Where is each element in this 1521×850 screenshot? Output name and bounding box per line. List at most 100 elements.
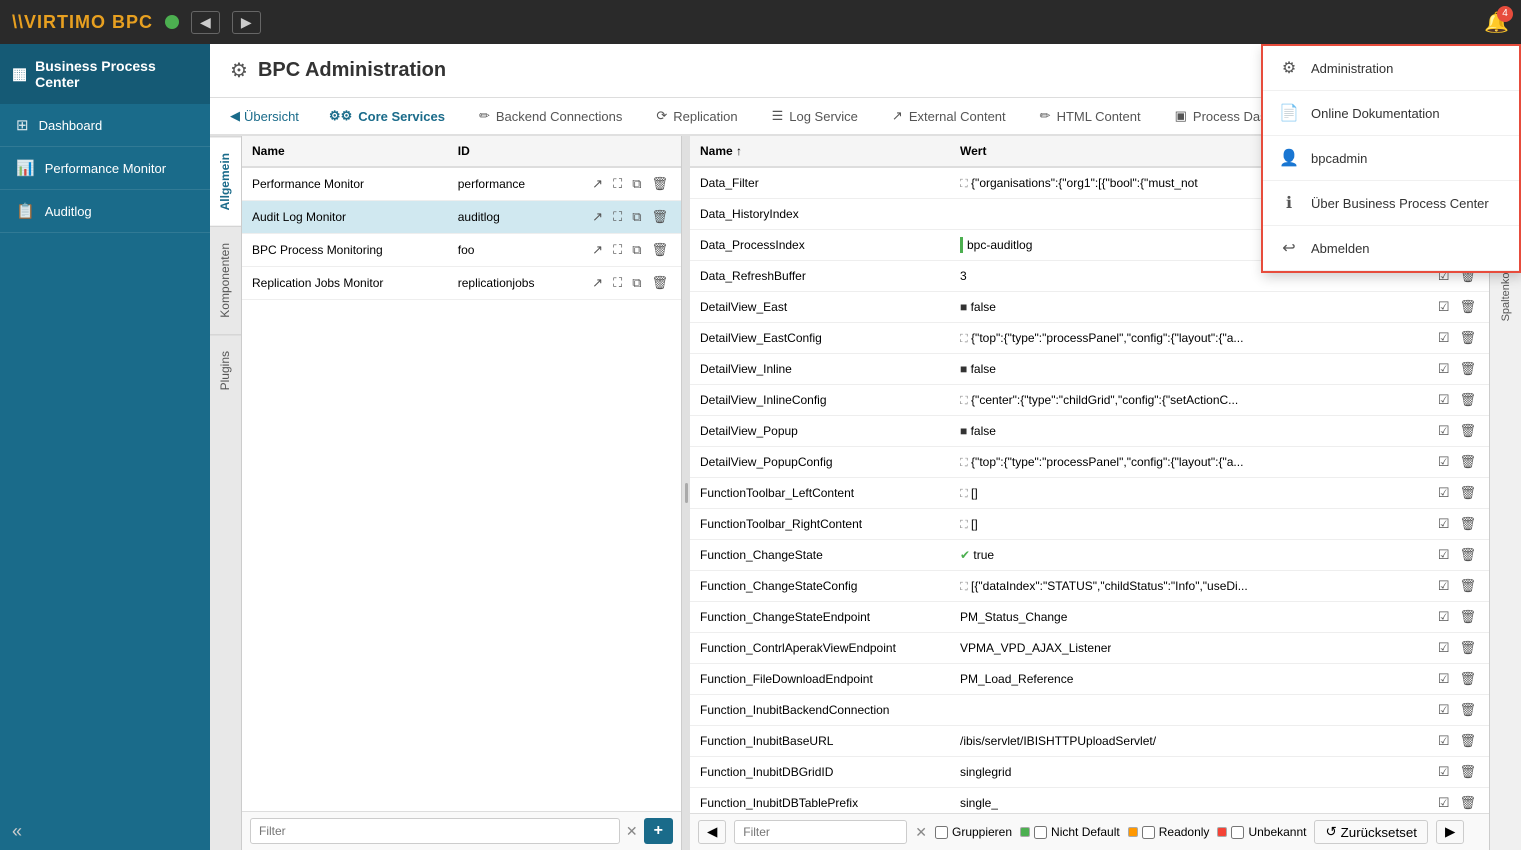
- sidebar-item-performance-monitor[interactable]: 📊 Performance Monitor: [0, 147, 210, 190]
- left-filter-clear[interactable]: ✕: [626, 823, 638, 840]
- right-table-row[interactable]: DetailView_InlineConfig ⛶ {"center":{"ty…: [690, 385, 1489, 416]
- prop-delete-btn[interactable]: 🗑: [1456, 298, 1479, 316]
- tab-html-content[interactable]: ✏ HTML Content: [1024, 98, 1157, 136]
- dropdown-item-administration[interactable]: ⚙Administration: [1263, 46, 1519, 91]
- vtab-allgemein[interactable]: Allgemein: [210, 136, 241, 226]
- sidebar-collapse-button[interactable]: «: [12, 821, 22, 842]
- prop-edit-btn[interactable]: ☑: [1435, 639, 1453, 657]
- prop-delete-btn[interactable]: 🗑: [1456, 794, 1479, 812]
- left-table-row[interactable]: BPC Process Monitoring foo ↗ ⛶ ⧉ 🗑: [242, 234, 681, 267]
- right-table-row[interactable]: DetailView_East ■ false ☑ 🗑: [690, 292, 1489, 323]
- dropdown-item-abmelden[interactable]: ↩Abmelden: [1263, 226, 1519, 271]
- tab-external-content[interactable]: ↗ External Content: [876, 98, 1022, 136]
- row-tree-btn[interactable]: ⛶: [610, 208, 625, 226]
- dropdown-item-online-doku[interactable]: 📄Online Dokumentation: [1263, 91, 1519, 136]
- nicht-default-checkbox[interactable]: [1034, 826, 1047, 839]
- row-open-btn[interactable]: ↗: [589, 175, 606, 193]
- reset-button[interactable]: ↺ Zurücksetset: [1314, 820, 1427, 844]
- dropdown-item-uber[interactable]: ℹÜber Business Process Center: [1263, 181, 1519, 226]
- prop-delete-btn[interactable]: 🗑: [1456, 453, 1479, 471]
- row-copy-btn[interactable]: ⧉: [629, 175, 644, 193]
- prop-edit-btn[interactable]: ☑: [1435, 608, 1453, 626]
- nav-back-button[interactable]: ◀: [191, 11, 220, 34]
- row-delete-btn[interactable]: 🗑: [648, 175, 671, 193]
- prop-edit-btn[interactable]: ☑: [1435, 732, 1453, 750]
- right-table-row[interactable]: DetailView_PopupConfig ⛶ {"top":{"type":…: [690, 447, 1489, 478]
- prop-edit-btn[interactable]: ☑: [1435, 546, 1453, 564]
- prop-delete-btn[interactable]: 🗑: [1456, 577, 1479, 595]
- prop-delete-btn[interactable]: 🗑: [1456, 515, 1479, 533]
- left-table-row[interactable]: Replication Jobs Monitor replicationjobs…: [242, 267, 681, 300]
- prop-edit-btn[interactable]: ☑: [1435, 453, 1453, 471]
- tab-core-services[interactable]: ⚙⚙ Core Services: [313, 98, 461, 136]
- prop-edit-btn[interactable]: ☑: [1435, 515, 1453, 533]
- prop-delete-btn[interactable]: 🗑: [1456, 546, 1479, 564]
- row-delete-btn[interactable]: 🗑: [648, 274, 671, 292]
- prop-delete-btn[interactable]: 🗑: [1456, 329, 1479, 347]
- prop-edit-btn[interactable]: ☑: [1435, 484, 1453, 502]
- right-table-row[interactable]: Function_InubitBackendConnection ☑ 🗑: [690, 695, 1489, 726]
- right-table-row[interactable]: Function_ChangeState ✔ true ☑ 🗑: [690, 540, 1489, 571]
- prop-delete-btn[interactable]: 🗑: [1456, 360, 1479, 378]
- sidebar-item-auditlog[interactable]: 📋 Auditlog: [0, 190, 210, 233]
- row-tree-btn[interactable]: ⛶: [610, 274, 625, 292]
- tab-backend-connections[interactable]: ✏ Backend Connections: [463, 98, 638, 136]
- row-open-btn[interactable]: ↗: [589, 274, 606, 292]
- tab-log-service[interactable]: ☰ Log Service: [756, 98, 874, 136]
- left-add-button[interactable]: +: [644, 818, 673, 844]
- panel-divider[interactable]: [682, 136, 690, 850]
- notification-icon[interactable]: 🔔 4: [1484, 10, 1509, 35]
- tab-replication[interactable]: ⟳ Replication: [640, 98, 753, 136]
- prop-edit-btn[interactable]: ☑: [1435, 298, 1453, 316]
- prop-edit-btn[interactable]: ☑: [1435, 701, 1453, 719]
- nav-forward-button[interactable]: ▶: [232, 11, 261, 34]
- right-table-row[interactable]: DetailView_EastConfig ⛶ {"top":{"type":"…: [690, 323, 1489, 354]
- readonly-checkbox[interactable]: [1142, 826, 1155, 839]
- prop-delete-btn[interactable]: 🗑: [1456, 701, 1479, 719]
- prop-edit-btn[interactable]: ☑: [1435, 329, 1453, 347]
- vtab-plugins[interactable]: Plugins: [210, 334, 241, 406]
- left-table-row[interactable]: Performance Monitor performance ↗ ⛶ ⧉ 🗑: [242, 167, 681, 201]
- dropdown-item-bpcadmin[interactable]: 👤bpcadmin: [1263, 136, 1519, 181]
- prop-edit-btn[interactable]: ☑: [1435, 577, 1453, 595]
- right-table-row[interactable]: FunctionToolbar_RightContent ⛶ [] ☑ 🗑: [690, 509, 1489, 540]
- right-nav-prev[interactable]: ◀: [698, 820, 726, 844]
- tab-ubersicht[interactable]: ◀ Übersicht: [218, 98, 311, 136]
- row-copy-btn[interactable]: ⧉: [629, 274, 644, 292]
- prop-delete-btn[interactable]: 🗑: [1456, 763, 1479, 781]
- right-table-row[interactable]: Function_InubitDBGridID singlegrid ☑ 🗑: [690, 757, 1489, 788]
- vtab-komponenten[interactable]: Komponenten: [210, 226, 241, 334]
- right-table-row[interactable]: DetailView_Inline ■ false ☑ 🗑: [690, 354, 1489, 385]
- prop-delete-btn[interactable]: 🗑: [1456, 608, 1479, 626]
- prop-edit-btn[interactable]: ☑: [1435, 360, 1453, 378]
- row-tree-btn[interactable]: ⛶: [610, 175, 625, 193]
- row-tree-btn[interactable]: ⛶: [610, 241, 625, 259]
- row-open-btn[interactable]: ↗: [589, 241, 606, 259]
- left-filter-input[interactable]: [250, 818, 620, 844]
- right-table-row[interactable]: Function_FileDownloadEndpoint PM_Load_Re…: [690, 664, 1489, 695]
- prop-edit-btn[interactable]: ☑: [1435, 670, 1453, 688]
- unbekannt-checkbox[interactable]: [1231, 826, 1244, 839]
- row-copy-btn[interactable]: ⧉: [629, 241, 644, 259]
- prop-edit-btn[interactable]: ☑: [1435, 391, 1453, 409]
- row-open-btn[interactable]: ↗: [589, 208, 606, 226]
- prop-delete-btn[interactable]: 🗑: [1456, 639, 1479, 657]
- right-table-row[interactable]: Function_InubitBaseURL /ibis/servlet/IBI…: [690, 726, 1489, 757]
- prop-delete-btn[interactable]: 🗑: [1456, 422, 1479, 440]
- right-table-row[interactable]: Function_InubitDBTablePrefix single_ ☑ 🗑: [690, 788, 1489, 814]
- right-table-row[interactable]: Function_ChangeStateConfig ⛶ [{"dataInde…: [690, 571, 1489, 602]
- group-checkbox[interactable]: [935, 826, 948, 839]
- prop-delete-btn[interactable]: 🗑: [1456, 391, 1479, 409]
- right-filter-input[interactable]: [734, 820, 907, 844]
- right-table-row[interactable]: Function_ContrlAperakViewEndpoint VPMA_V…: [690, 633, 1489, 664]
- sidebar-item-dashboard[interactable]: ⊞ Dashboard: [0, 104, 210, 147]
- right-table-row[interactable]: FunctionToolbar_LeftContent ⛶ [] ☑ 🗑: [690, 478, 1489, 509]
- row-copy-btn[interactable]: ⧉: [629, 208, 644, 226]
- right-filter-clear[interactable]: ✕: [915, 824, 927, 841]
- prop-delete-btn[interactable]: 🗑: [1456, 732, 1479, 750]
- prop-delete-btn[interactable]: 🗑: [1456, 670, 1479, 688]
- prop-edit-btn[interactable]: ☑: [1435, 422, 1453, 440]
- right-table-row[interactable]: DetailView_Popup ■ false ☑ 🗑: [690, 416, 1489, 447]
- row-delete-btn[interactable]: 🗑: [648, 241, 671, 259]
- prop-edit-btn[interactable]: ☑: [1435, 794, 1453, 812]
